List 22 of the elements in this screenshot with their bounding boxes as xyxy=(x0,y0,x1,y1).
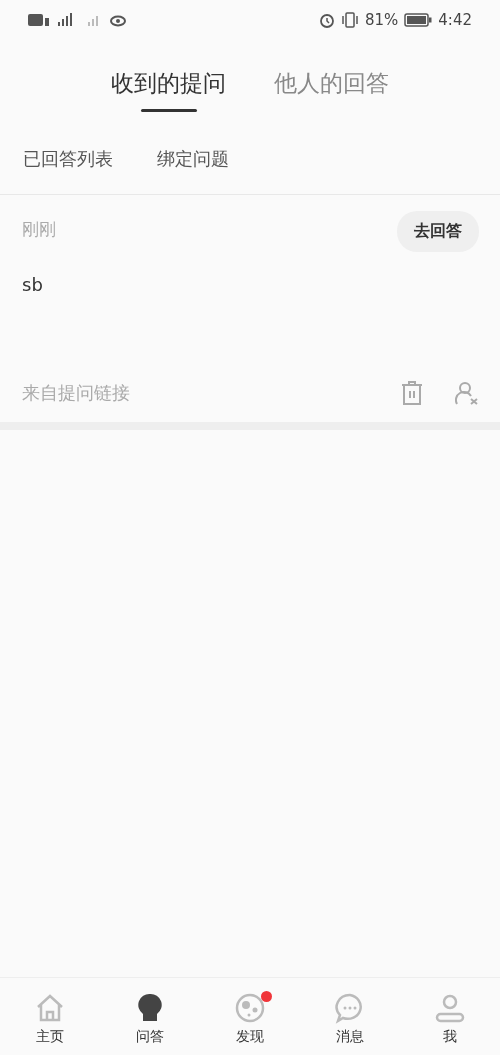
question-text: sb xyxy=(22,274,43,295)
battery-icon xyxy=(404,13,433,27)
notification-dot xyxy=(261,991,272,1002)
nav-item[interactable]: 消息 xyxy=(300,978,400,1055)
planet-icon xyxy=(234,992,266,1024)
alarm-icon xyxy=(318,12,335,28)
clock-time: 4:42 xyxy=(438,11,472,29)
nav-item[interactable]: 问答 xyxy=(100,978,200,1055)
nav-item[interactable]: 我 xyxy=(400,978,500,1055)
question-time: 刚刚 xyxy=(22,218,56,241)
person-icon xyxy=(434,992,466,1024)
nav-item[interactable]: 主页 xyxy=(0,978,100,1055)
question-source: 来自提问链接 xyxy=(22,381,130,405)
sub-tab[interactable]: 已回答列表 xyxy=(23,147,113,171)
sub-tab[interactable]: 绑定问题 xyxy=(157,147,229,171)
answer-button[interactable]: 去回答 xyxy=(397,211,479,252)
vibrate-icon xyxy=(340,12,359,28)
block-user-icon[interactable] xyxy=(455,381,479,405)
trash-icon[interactable] xyxy=(401,381,423,405)
battery-percent: 81% xyxy=(364,11,399,29)
tab[interactable]: 收到的提问 xyxy=(111,44,226,124)
nav-item[interactable]: 发现 xyxy=(200,978,300,1055)
